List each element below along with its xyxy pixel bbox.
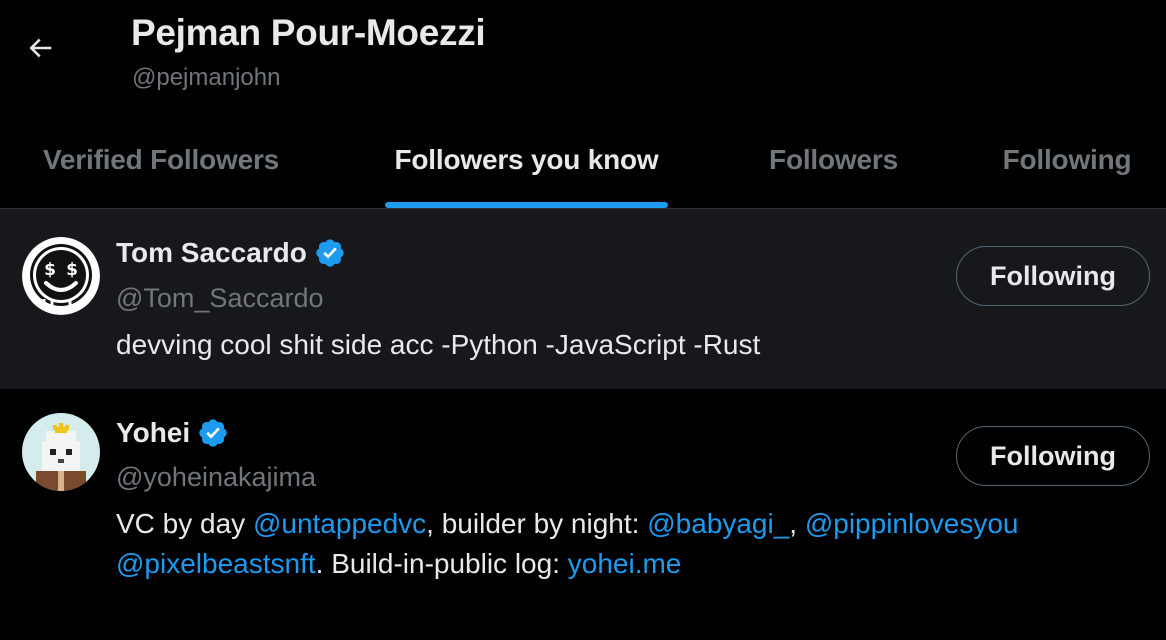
- bio-text: VC by day: [116, 508, 253, 539]
- display-name-text: Yohei: [116, 417, 191, 448]
- following-button[interactable]: Following: [956, 246, 1150, 306]
- profile-name: Pejman Pour-Moezzi: [131, 12, 486, 53]
- svg-text:$: $: [66, 260, 78, 280]
- follows-tabs: Verified Followers Followers you know Fo…: [0, 112, 1166, 208]
- verified-badge-icon: [314, 237, 346, 269]
- mention-link[interactable]: @pixelbeastsnft: [116, 548, 316, 579]
- display-name-text: Tom Saccardo: [116, 237, 307, 268]
- user-bio: VC by day @untappedvc, builder by night:…: [116, 504, 1116, 584]
- tab-followers-you-know[interactable]: Followers you know: [385, 112, 668, 208]
- display-name[interactable]: Tom Saccardo: [116, 237, 346, 269]
- tab-label: Following: [1002, 144, 1132, 175]
- user-bio: devving cool shit side acc -Python -Java…: [116, 329, 761, 360]
- profile-header: Pejman Pour-Moezzi @pejmanjohn: [0, 0, 1166, 112]
- tab-label: Verified Followers: [42, 144, 280, 175]
- mention-link[interactable]: @pippinlovesyou: [805, 508, 1019, 539]
- tab-followers[interactable]: Followers: [752, 112, 915, 208]
- tab-verified-followers[interactable]: Verified Followers: [20, 112, 302, 208]
- bio-text: , builder by night:: [426, 508, 648, 539]
- avatar[interactable]: [22, 413, 100, 491]
- mention-link[interactable]: @untappedvc: [253, 508, 426, 539]
- url-link[interactable]: yohei.me: [568, 548, 682, 579]
- verified-badge-icon: [197, 417, 229, 449]
- arrow-left-icon: [29, 38, 52, 58]
- mention-link[interactable]: @babyagi_: [647, 508, 789, 539]
- svg-text:$: $: [44, 260, 56, 280]
- profile-follows-page: Pejman Pour-Moezzi @pejmanjohn Verified …: [0, 0, 1166, 640]
- user-cell[interactable]: Yohei @yoheinakajima VC by day @untapped…: [0, 389, 1166, 640]
- following-button[interactable]: Following: [956, 426, 1150, 486]
- tab-label: Followers: [769, 144, 898, 175]
- avatar[interactable]: $ $: [22, 237, 100, 315]
- user-handle: @yoheinakajima: [116, 462, 317, 492]
- display-name[interactable]: Yohei: [116, 417, 229, 449]
- user-handle: @Tom_Saccardo: [116, 283, 324, 313]
- bio-text: ,: [789, 508, 805, 539]
- back-button[interactable]: [20, 28, 60, 68]
- tab-following[interactable]: Following: [990, 112, 1144, 208]
- bio-text: . Build-in-public log:: [315, 548, 568, 579]
- profile-handle: @pejmanjohn: [132, 64, 281, 91]
- user-cell[interactable]: $ $ Tom Saccardo @Tom_Saccardo devving c…: [0, 209, 1166, 389]
- tab-label: Followers you know: [394, 144, 659, 175]
